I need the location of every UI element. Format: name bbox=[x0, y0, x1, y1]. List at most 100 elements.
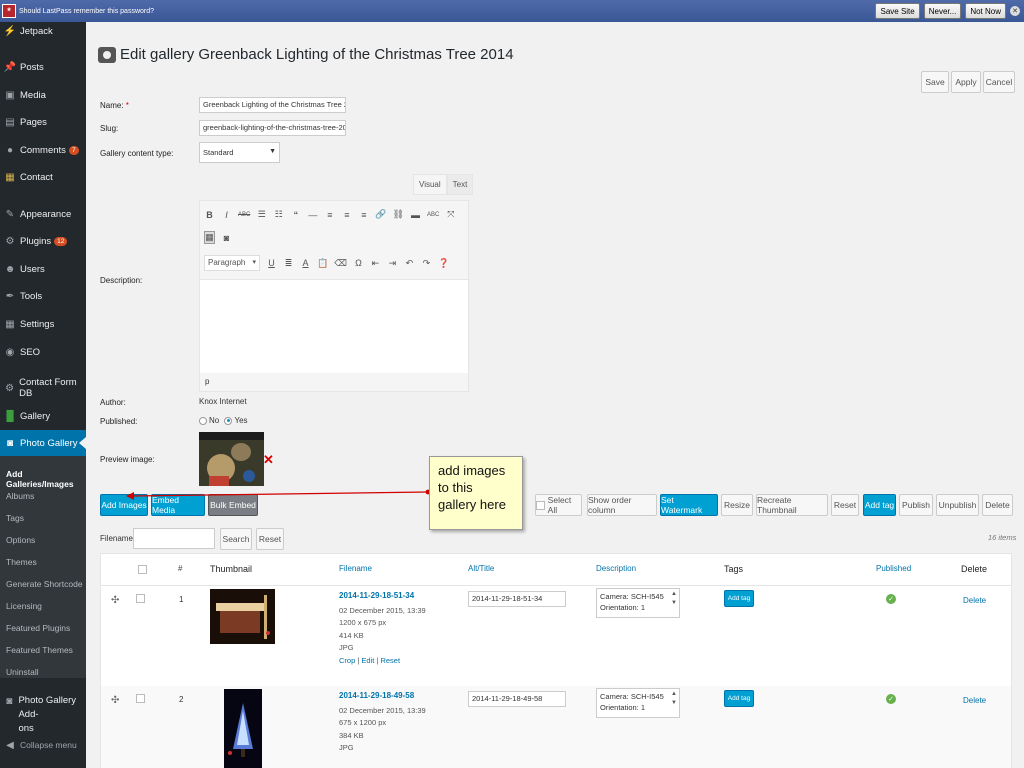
sidebar-item-appearance[interactable]: ✎ Appearance bbox=[0, 204, 86, 224]
select-all-button[interactable]: Select All bbox=[535, 494, 582, 516]
outdent-icon[interactable]: ⇤ bbox=[370, 258, 381, 269]
spellcheck-icon[interactable]: ABC bbox=[427, 212, 439, 218]
add-tag-bulk-button[interactable]: Add tag bbox=[863, 494, 896, 516]
add-tag-button[interactable]: Add tag bbox=[724, 590, 754, 607]
publish-button[interactable]: Publish bbox=[899, 494, 933, 516]
help-icon[interactable]: ❓ bbox=[438, 258, 449, 269]
header-filename[interactable]: Filename bbox=[339, 564, 372, 573]
sidebar-item-gallery[interactable]: █ Gallery bbox=[0, 406, 86, 426]
toolbar-toggle-icon[interactable]: ▦ bbox=[204, 231, 215, 244]
filename-filter-input[interactable] bbox=[133, 528, 215, 549]
header-alt-title[interactable]: Alt/Title bbox=[468, 564, 494, 573]
row-checkbox[interactable] bbox=[136, 594, 145, 603]
numbered-list-icon[interactable]: ☷ bbox=[273, 209, 284, 220]
tab-text[interactable]: Text bbox=[446, 174, 474, 195]
delete-link[interactable]: Delete bbox=[963, 696, 986, 705]
drag-handle-icon[interactable]: ✣ bbox=[111, 595, 119, 606]
submenu-generate-shortcode[interactable]: Generate Shortcode bbox=[6, 579, 83, 589]
strikethrough-icon[interactable]: ABC bbox=[238, 212, 250, 218]
delete-link[interactable]: Delete bbox=[963, 596, 986, 605]
remove-preview-icon[interactable]: ✕ bbox=[263, 452, 274, 468]
unlink-icon[interactable]: ⛓ bbox=[393, 209, 404, 220]
sidebar-item-contact[interactable]: ▦ Contact bbox=[0, 167, 86, 187]
submenu-uninstall[interactable]: Uninstall bbox=[6, 667, 39, 677]
unpublish-button[interactable]: Unpublish bbox=[936, 494, 979, 516]
text-color-icon[interactable]: A bbox=[300, 258, 311, 268]
sidebar-item-comments[interactable]: ● Comments 7 bbox=[0, 140, 86, 160]
lastpass-save-site-button[interactable]: Save Site bbox=[875, 3, 920, 19]
italic-icon[interactable]: I bbox=[221, 210, 232, 220]
description-textarea[interactable]: Camera: SCH-I545 Orientation: 1 ▲ ▼ bbox=[596, 688, 680, 718]
submenu-options[interactable]: Options bbox=[6, 535, 35, 545]
set-watermark-button[interactable]: Set Watermark bbox=[660, 494, 718, 516]
row-checkbox[interactable] bbox=[136, 694, 145, 703]
submenu-licensing[interactable]: Licensing bbox=[6, 601, 42, 611]
sidebar-item-posts[interactable]: 📌 Posts bbox=[0, 57, 86, 77]
submenu-albums[interactable]: Albums bbox=[6, 491, 34, 501]
published-check-icon[interactable]: ✓ bbox=[886, 594, 896, 604]
paste-text-icon[interactable]: 📋 bbox=[317, 258, 328, 269]
reset-button[interactable]: Reset bbox=[831, 494, 859, 516]
lastpass-not-now-button[interactable]: Not Now bbox=[965, 3, 1006, 19]
show-order-column-button[interactable]: Show order column bbox=[587, 494, 657, 516]
sidebar-item-photo-gallery-addons[interactable]: ◙ Photo Gallery Add-ons bbox=[0, 694, 86, 734]
name-input[interactable]: Greenback Lighting of the Christmas Tree… bbox=[199, 97, 346, 113]
redo-icon[interactable]: ↷ bbox=[421, 258, 432, 269]
sidebar-item-photo-gallery[interactable]: ◙ Photo Gallery bbox=[0, 430, 86, 456]
filter-reset-button[interactable]: Reset bbox=[256, 528, 284, 550]
sidebar-item-seo[interactable]: ◉ SEO bbox=[0, 342, 86, 362]
row-thumbnail[interactable] bbox=[224, 689, 262, 768]
crop-link[interactable]: Crop bbox=[339, 656, 355, 665]
header-description[interactable]: Description bbox=[596, 564, 636, 573]
bullet-list-icon[interactable]: ☰ bbox=[256, 209, 267, 220]
lastpass-close-icon[interactable]: ✕ bbox=[1010, 6, 1020, 16]
insert-gallery-camera-icon[interactable]: ◙ bbox=[221, 233, 232, 243]
sidebar-item-pages[interactable]: ▤ Pages bbox=[0, 112, 86, 132]
undo-icon[interactable]: ↶ bbox=[404, 258, 415, 269]
published-yes-radio[interactable] bbox=[224, 416, 233, 425]
link-icon[interactable]: 🔗 bbox=[375, 209, 386, 220]
sidebar-item-settings[interactable]: ▦ Settings bbox=[0, 314, 86, 334]
row-thumbnail[interactable] bbox=[210, 589, 275, 644]
row-filename[interactable]: 2014-11-29-18-51-34 bbox=[339, 591, 414, 600]
slug-input[interactable]: greenback-lighting-of-the-christmas-tree… bbox=[199, 120, 346, 136]
submenu-add-galleries[interactable]: Add Galleries/Images bbox=[6, 469, 86, 489]
sidebar-item-jetpack[interactable]: ⚡ Jetpack bbox=[0, 21, 86, 41]
description-textarea[interactable] bbox=[200, 279, 468, 373]
published-no-radio[interactable] bbox=[199, 416, 207, 425]
blockquote-icon[interactable]: “ bbox=[290, 210, 301, 220]
sidebar-item-users[interactable]: ☻ Users bbox=[0, 259, 86, 279]
drag-handle-icon[interactable]: ✣ bbox=[111, 695, 119, 706]
search-button[interactable]: Search bbox=[220, 528, 252, 550]
submenu-tags[interactable]: Tags bbox=[6, 513, 24, 523]
submenu-featured-themes[interactable]: Featured Themes bbox=[6, 645, 73, 655]
align-center-icon[interactable]: ≡ bbox=[341, 210, 352, 220]
apply-button[interactable]: Apply bbox=[951, 71, 981, 93]
delete-bulk-button[interactable]: Delete bbox=[982, 494, 1013, 516]
reset-link[interactable]: Reset bbox=[380, 656, 400, 665]
select-all-checkbox[interactable] bbox=[536, 500, 545, 510]
alt-title-input[interactable]: 2014-11-29-18-51-34 bbox=[468, 591, 566, 607]
published-check-icon[interactable]: ✓ bbox=[886, 694, 896, 704]
horizontal-line-icon[interactable]: — bbox=[307, 210, 318, 220]
alt-title-input[interactable]: 2014-11-29-18-49-58 bbox=[468, 691, 566, 707]
sidebar-item-contact-form-db[interactable]: ⚙ Contact Form DB bbox=[0, 377, 86, 399]
add-tag-button[interactable]: Add tag bbox=[724, 690, 754, 707]
underline-icon[interactable]: U bbox=[266, 258, 277, 268]
tab-visual[interactable]: Visual bbox=[413, 174, 447, 195]
align-right-icon[interactable]: ≡ bbox=[358, 210, 369, 220]
resize-button[interactable]: Resize bbox=[721, 494, 753, 516]
header-published[interactable]: Published bbox=[876, 564, 911, 573]
clear-formatting-icon[interactable]: ⌫ bbox=[334, 258, 347, 269]
edit-link[interactable]: Edit bbox=[361, 656, 374, 665]
cancel-button[interactable]: Cancel bbox=[983, 71, 1015, 93]
fullscreen-icon[interactable]: ⤧ bbox=[445, 209, 456, 220]
indent-icon[interactable]: ⇥ bbox=[387, 258, 398, 269]
sidebar-item-tools[interactable]: ✒ Tools bbox=[0, 286, 86, 306]
submenu-themes[interactable]: Themes bbox=[6, 557, 37, 567]
submenu-featured-plugins[interactable]: Featured Plugins bbox=[6, 623, 70, 633]
justify-icon[interactable]: ≣ bbox=[283, 258, 294, 269]
sidebar-item-media[interactable]: ▣ Media bbox=[0, 85, 86, 105]
lastpass-never-button[interactable]: Never... bbox=[923, 3, 962, 19]
format-select[interactable]: Paragraph bbox=[204, 255, 260, 271]
